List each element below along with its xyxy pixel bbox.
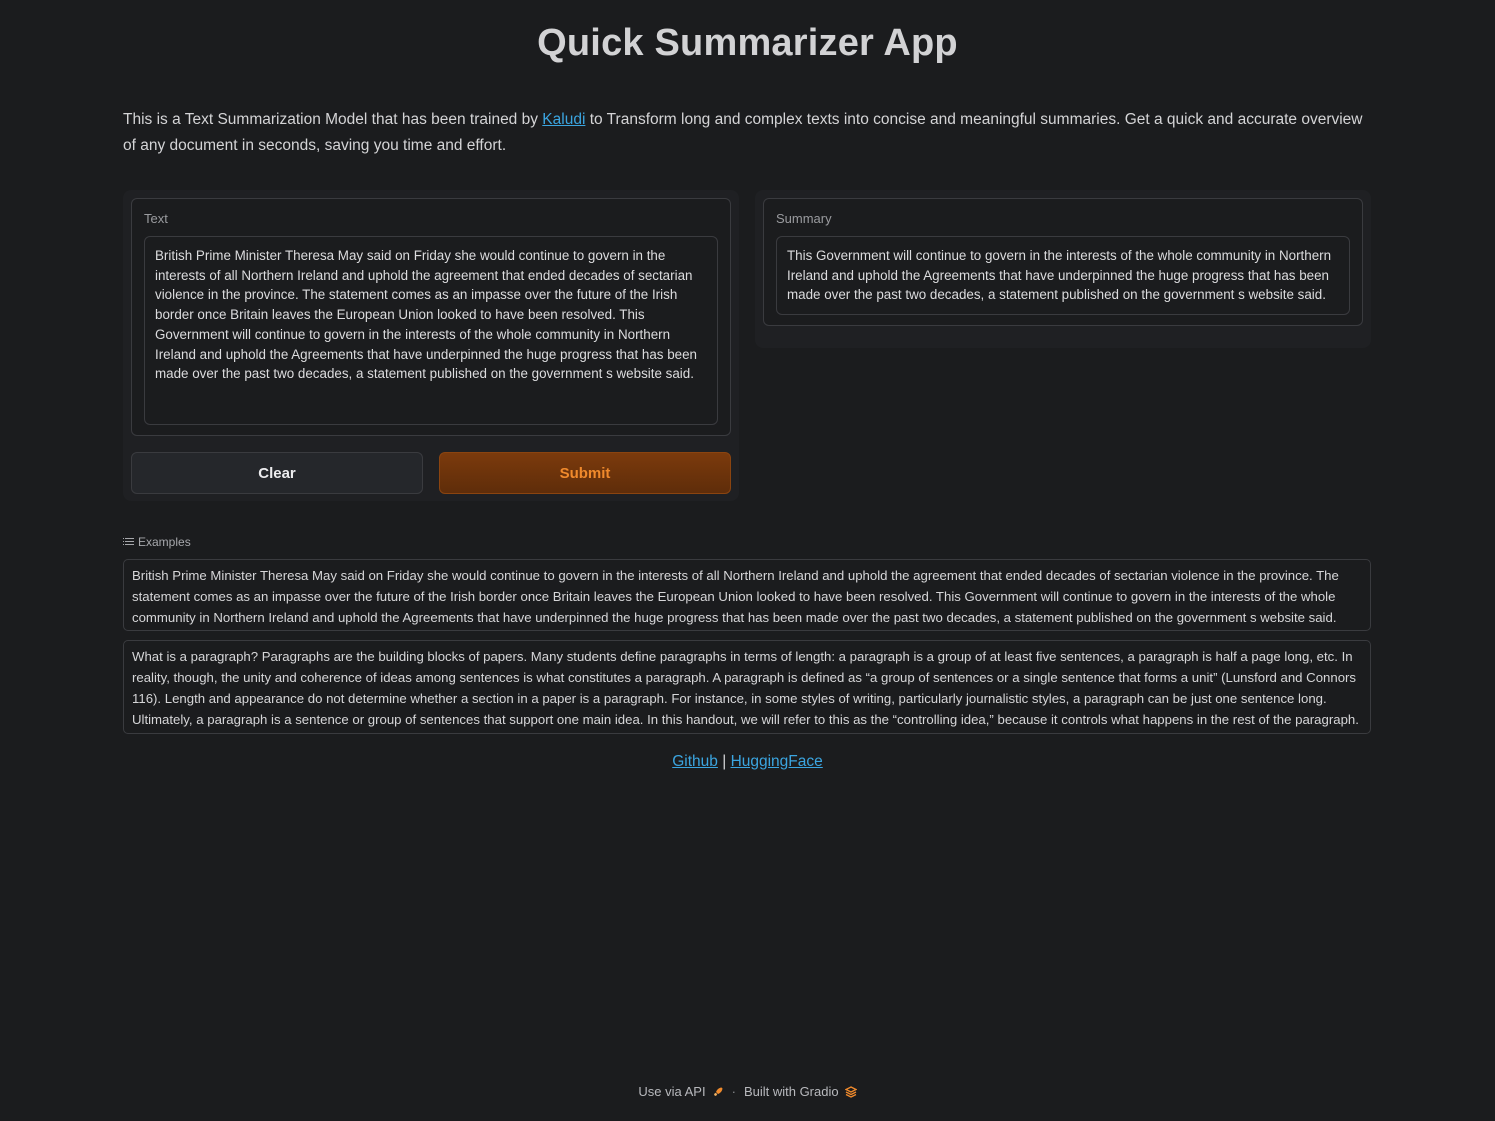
page-title: Quick Summarizer App bbox=[537, 22, 958, 64]
built-with-gradio-label: Built with Gradio bbox=[743, 1084, 839, 1099]
footer-separator: · bbox=[731, 1084, 736, 1099]
text-input-field[interactable]: British Prime Minister Theresa May said … bbox=[144, 236, 718, 425]
examples-header: Examples bbox=[123, 535, 191, 549]
use-via-api-label: Use via API bbox=[638, 1084, 706, 1099]
example-item-1[interactable]: British Prime Minister Theresa May said … bbox=[123, 559, 1371, 631]
gradio-logo-icon bbox=[844, 1085, 857, 1098]
list-icon bbox=[123, 537, 134, 547]
huggingface-link[interactable]: HuggingFace bbox=[731, 753, 823, 770]
kaludi-link[interactable]: Kaludi bbox=[542, 111, 585, 128]
examples-label: Examples bbox=[138, 535, 191, 549]
rocket-icon bbox=[713, 1087, 723, 1096]
github-link[interactable]: Github bbox=[672, 753, 718, 770]
app-description: This is a Text Summarization Model that … bbox=[123, 107, 1373, 159]
clear-button[interactable]: Clear bbox=[131, 452, 423, 494]
example-item-2[interactable]: What is a paragraph? Paragraphs are the … bbox=[123, 640, 1371, 734]
text-input-label: Text bbox=[144, 211, 168, 226]
summary-output-label: Summary bbox=[776, 211, 832, 226]
text-input-block: Text British Prime Minister Theresa May … bbox=[131, 198, 731, 436]
use-via-api-link[interactable]: Use via API bbox=[638, 1084, 723, 1099]
submit-button[interactable]: Submit bbox=[439, 452, 731, 494]
summary-output-field[interactable]: This Government will continue to govern … bbox=[776, 236, 1350, 315]
links-separator: | bbox=[722, 753, 727, 770]
summary-output-block: Summary This Government will continue to… bbox=[763, 198, 1363, 326]
built-with-gradio-link[interactable]: Built with Gradio bbox=[744, 1084, 857, 1099]
gradio-footer: Use via API · Built with Gradio bbox=[0, 1084, 1495, 1099]
project-links: Github | HuggingFace bbox=[0, 753, 1495, 771]
description-text-before: This is a Text Summarization Model that … bbox=[123, 111, 543, 128]
